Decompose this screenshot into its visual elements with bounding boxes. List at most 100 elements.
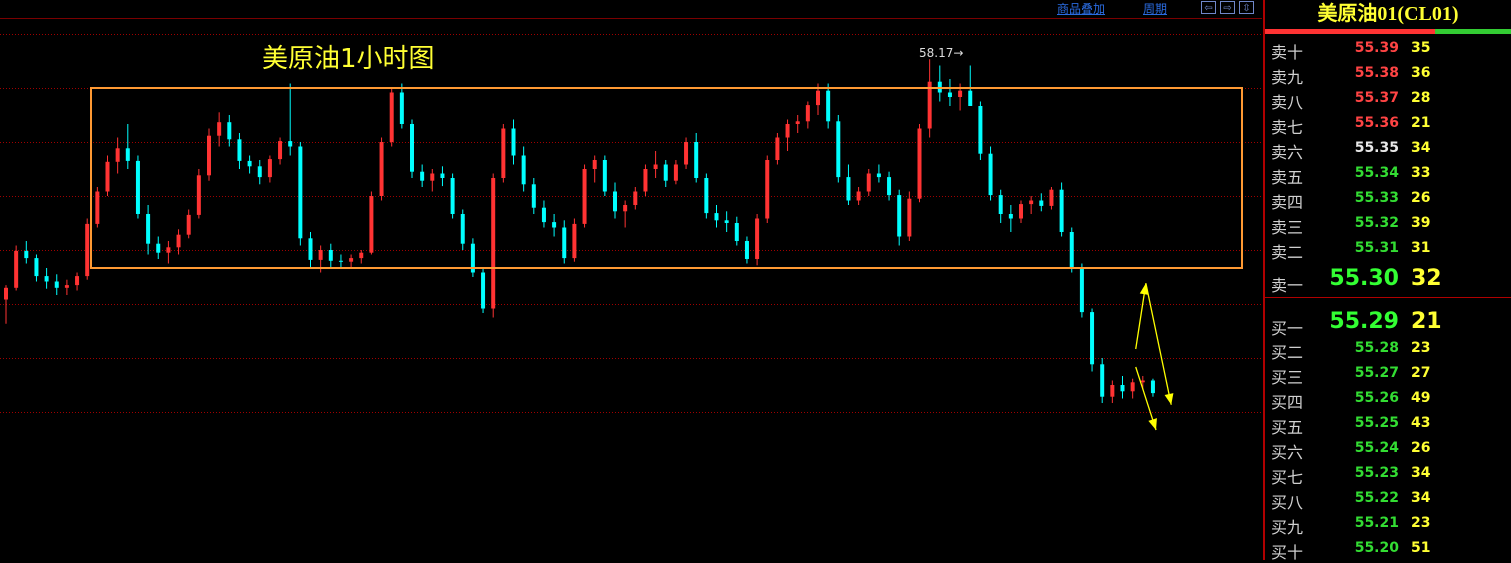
level-volume: 21 xyxy=(1411,309,1442,334)
candle-body xyxy=(907,198,912,237)
candle-body xyxy=(897,195,902,237)
candle-body xyxy=(24,250,29,259)
level-label: 卖四 xyxy=(1271,193,1304,212)
level-price: 55.28 xyxy=(1354,340,1399,356)
peak-annotation: 58.17→ xyxy=(919,46,964,60)
order-book-row[interactable]: 买六 55.24 26 xyxy=(1265,436,1511,462)
candle-body xyxy=(592,160,597,169)
order-book-row[interactable]: 卖四 55.33 26 xyxy=(1265,186,1511,212)
candle-body xyxy=(308,238,313,260)
level-price: 55.26 xyxy=(1354,390,1399,406)
candle-body xyxy=(1130,382,1135,392)
chart-canvas[interactable] xyxy=(0,0,1262,560)
order-book-row[interactable]: 买四 55.26 49 xyxy=(1265,386,1511,412)
level-label: 卖十 xyxy=(1271,43,1304,62)
candle-body xyxy=(1039,200,1044,206)
order-book-row[interactable]: 卖十 55.39 35 xyxy=(1265,36,1511,62)
candle-body xyxy=(430,173,435,181)
candle-body xyxy=(775,137,780,160)
scroll-right-icon[interactable]: ⇨ xyxy=(1220,1,1235,14)
candle-body xyxy=(410,124,414,172)
candle-body xyxy=(623,205,628,212)
zoom-icon[interactable]: ⇳ xyxy=(1239,1,1254,14)
level-volume: 23 xyxy=(1411,515,1431,531)
candle-body xyxy=(836,121,841,178)
candle-body xyxy=(399,92,404,124)
candle-body xyxy=(460,214,465,244)
level-price: 55.27 xyxy=(1354,365,1399,381)
overlay-link[interactable]: 商品叠加 xyxy=(1057,0,1105,18)
candle-body xyxy=(196,175,201,215)
candle-body xyxy=(1069,232,1074,268)
level-volume: 35 xyxy=(1411,40,1431,56)
candle-body xyxy=(887,177,892,196)
order-book-row[interactable]: 买七 55.23 34 xyxy=(1265,461,1511,487)
period-link[interactable]: 周期 xyxy=(1143,0,1167,18)
candle-body xyxy=(947,92,952,97)
order-book-row[interactable]: 卖九 55.38 36 xyxy=(1265,61,1511,87)
candle-body xyxy=(876,173,881,178)
candle-body xyxy=(978,106,983,154)
order-book-row[interactable]: 买二 55.28 23 xyxy=(1265,336,1511,362)
level-price: 55.34 xyxy=(1354,165,1399,181)
order-book-row[interactable]: 买八 55.22 34 xyxy=(1265,486,1511,512)
order-book-row[interactable]: 卖八 55.37 28 xyxy=(1265,86,1511,112)
level-price: 55.25 xyxy=(1354,415,1399,431)
candle-body xyxy=(663,164,668,181)
candle-body xyxy=(359,252,364,259)
order-book-row[interactable]: 卖三 55.32 39 xyxy=(1265,211,1511,237)
candle-body xyxy=(4,287,8,300)
candle-body xyxy=(613,191,617,212)
order-book-row[interactable]: 卖一 55.30 32 xyxy=(1265,262,1511,295)
level-label: 卖七 xyxy=(1271,118,1304,137)
candle-body xyxy=(156,243,161,253)
level-label: 买七 xyxy=(1271,468,1304,487)
order-book-row[interactable]: 买十 55.20 51 xyxy=(1265,536,1511,562)
chart-title: 美原油1小时图 xyxy=(262,44,435,74)
candle-body xyxy=(176,234,181,248)
candle-body xyxy=(541,207,546,223)
level-volume: 34 xyxy=(1411,140,1431,156)
level-price: 55.36 xyxy=(1354,115,1399,131)
candle-body xyxy=(14,250,19,288)
level-volume: 27 xyxy=(1411,365,1431,381)
sell-strength-bar xyxy=(1265,29,1435,34)
candle-body xyxy=(511,128,516,156)
level-label: 卖九 xyxy=(1271,68,1304,87)
candle-body xyxy=(785,124,790,138)
order-book-row[interactable]: 买三 55.27 27 xyxy=(1265,361,1511,387)
candle-body xyxy=(572,223,577,259)
candle-body xyxy=(135,160,140,214)
candle-body xyxy=(1110,385,1115,397)
candle-body xyxy=(115,148,120,162)
order-book-row[interactable]: 卖五 55.34 33 xyxy=(1265,161,1511,187)
level-volume: 33 xyxy=(1411,165,1431,181)
candle-body xyxy=(805,105,810,122)
candle-body xyxy=(1140,380,1145,383)
order-book-row[interactable]: 买一 55.29 21 xyxy=(1265,305,1511,338)
level-label: 买八 xyxy=(1271,493,1304,512)
candle-body xyxy=(257,166,262,178)
candle-body xyxy=(826,90,831,122)
order-book-row[interactable]: 买五 55.25 43 xyxy=(1265,411,1511,437)
order-book-panel: 美原油01(CL01) 卖十 55.39 35 卖九 55.38 36 卖八 55.37 28 卖… xyxy=(1263,0,1511,562)
candle-body xyxy=(369,196,374,253)
scroll-left-icon[interactable]: ⇦ xyxy=(1201,1,1216,14)
order-book-row[interactable]: 卖六 55.35 34 xyxy=(1265,136,1511,162)
order-book-row[interactable]: 买九 55.21 23 xyxy=(1265,511,1511,537)
candle-body xyxy=(217,122,222,136)
level-label: 买五 xyxy=(1271,418,1304,437)
level-label: 买十 xyxy=(1271,543,1304,562)
order-book-row[interactable]: 卖七 55.36 21 xyxy=(1265,111,1511,137)
candle-body xyxy=(714,213,719,221)
candle-body xyxy=(582,169,587,224)
candle-body xyxy=(54,281,59,288)
candle-body xyxy=(207,135,211,176)
candle-body xyxy=(968,90,973,106)
order-book-row[interactable]: 卖二 55.31 31 xyxy=(1265,236,1511,262)
level-volume: 21 xyxy=(1411,115,1431,131)
candlestick-chart[interactable]: 商品叠加 周期 ⇦ ⇨ ⇳ 美原油1小时图 58.17→ xyxy=(0,0,1262,560)
level-volume: 31 xyxy=(1411,240,1431,256)
candle-body xyxy=(653,164,658,169)
candle-body xyxy=(34,258,39,277)
